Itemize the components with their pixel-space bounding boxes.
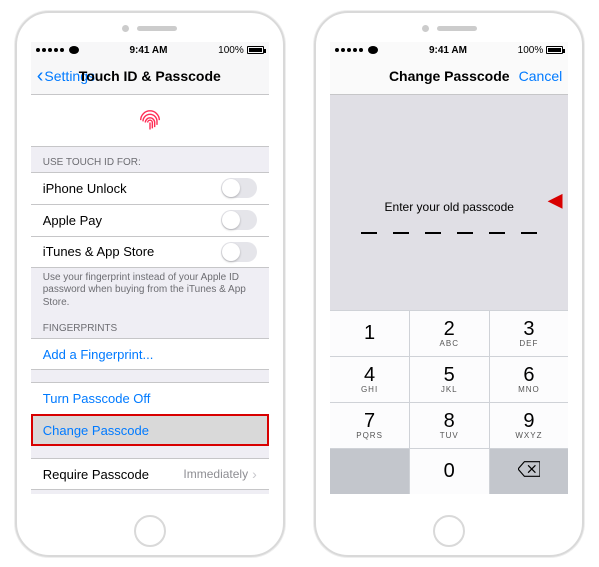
keypad-key-3[interactable]: 3 DEF [490, 311, 569, 356]
chevron-right-icon: › [252, 466, 257, 482]
camera-dot [122, 25, 129, 32]
key-letters: MNO [518, 386, 540, 394]
row-turn-passcode-off[interactable]: Turn Passcode Off [31, 382, 269, 414]
annotation-arrow-icon: ◀ [548, 190, 562, 211]
keypad-key-backspace[interactable] [490, 449, 569, 494]
battery-percent: 100% [218, 45, 244, 56]
keypad-key-7[interactable]: 7 PQRS [330, 403, 409, 448]
keypad-key-1[interactable]: 1 [330, 311, 409, 356]
key-digit: 1 [364, 323, 375, 343]
status-bar: 9:41 AM 100% [330, 42, 568, 59]
row-label: iTunes & App Store [43, 244, 155, 259]
row-detail: Immediately › [183, 466, 256, 482]
cellular-signal-icon [335, 46, 378, 54]
screen-right: 9:41 AM 100% Change Passcode Cancel Ente… [330, 42, 568, 494]
home-button[interactable] [134, 515, 166, 547]
settings-scroll-content: USE TOUCH ID FOR: iPhone Unlock Apple Pa… [31, 95, 269, 494]
status-bar: 9:41 AM 100% [31, 42, 269, 59]
section-header-fingerprints: FINGERPRINTS [31, 313, 269, 338]
back-to-settings-button[interactable]: ‹ Settings [37, 66, 95, 86]
key-letters: WXYZ [515, 432, 542, 440]
iphone-frame-right: 9:41 AM 100% Change Passcode Cancel Ente… [314, 11, 584, 557]
nav-bar: Change Passcode Cancel [330, 59, 568, 95]
require-passcode-value: Immediately [183, 467, 248, 481]
cancel-button[interactable]: Cancel [519, 68, 563, 84]
passcode-entry-area: Enter your old passcode [330, 95, 568, 310]
key-digit: 3 [523, 319, 534, 339]
key-digit: 4 [364, 365, 375, 385]
passcode-dashes [361, 232, 537, 234]
key-letters: GHI [361, 386, 378, 394]
status-time: 9:41 AM [129, 45, 167, 56]
row-label: Require Passcode [43, 467, 149, 482]
keypad-key-2[interactable]: 2 ABC [410, 311, 489, 356]
key-letters: DEF [519, 340, 538, 348]
row-label: Turn Passcode Off [43, 391, 151, 406]
row-label: Apple Pay [43, 213, 102, 228]
key-digit: 5 [444, 365, 455, 385]
switch-apple-pay[interactable] [221, 210, 257, 230]
fingerprint-hero [31, 95, 269, 147]
row-add-fingerprint[interactable]: Add a Fingerprint... [31, 338, 269, 370]
wifi-icon [368, 46, 378, 54]
row-label: Add a Fingerprint... [43, 347, 154, 362]
row-itunes-app-store[interactable]: iTunes & App Store [31, 236, 269, 268]
keypad-key-8[interactable]: 8 TUV [410, 403, 489, 448]
nav-bar: ‹ Settings Touch ID & Passcode [31, 59, 269, 95]
key-digit: 2 [444, 319, 455, 339]
home-button[interactable] [433, 515, 465, 547]
battery-icon [546, 46, 563, 54]
keypad-key-blank [330, 449, 409, 494]
key-digit: 0 [444, 461, 455, 481]
switch-iphone-unlock[interactable] [221, 178, 257, 198]
row-label: iPhone Unlock [43, 181, 127, 196]
wifi-icon [69, 46, 79, 54]
row-iphone-unlock[interactable]: iPhone Unlock [31, 172, 269, 204]
battery-icon [247, 46, 264, 54]
key-digit: 7 [364, 411, 375, 431]
row-apple-pay[interactable]: Apple Pay [31, 204, 269, 236]
keypad-key-6[interactable]: 6 MNO [490, 357, 569, 402]
passcode-content: Enter your old passcode ◀ 1 2 ABC 3 DEF [330, 95, 568, 494]
passcode-prompt: Enter your old passcode [385, 200, 514, 214]
row-require-passcode[interactable]: Require Passcode Immediately › [31, 458, 269, 490]
keypad-key-5[interactable]: 5 JKL [410, 357, 489, 402]
chevron-left-icon: ‹ [37, 66, 44, 86]
row-label: Change Passcode [43, 423, 149, 438]
key-digit: 6 [523, 365, 534, 385]
screen-left: 9:41 AM 100% ‹ Settings Touch ID & Passc… [31, 42, 269, 494]
section-footer-touch-id: Use your fingerprint instead of your App… [31, 268, 269, 314]
fingerprint-icon [136, 105, 164, 136]
key-digit: 8 [444, 411, 455, 431]
status-right: 100% [218, 45, 264, 56]
key-letters: PQRS [356, 432, 383, 440]
status-time: 9:41 AM [429, 45, 467, 56]
key-digit: 9 [523, 411, 534, 431]
back-label: Settings [44, 68, 95, 84]
key-letters: TUV [440, 432, 459, 440]
key-letters: ABC [440, 340, 459, 348]
camera-dot [422, 25, 429, 32]
status-right: 100% [518, 45, 564, 56]
battery-percent: 100% [518, 45, 544, 56]
row-change-passcode[interactable]: Change Passcode [31, 414, 269, 446]
keypad-key-0[interactable]: 0 [410, 449, 489, 494]
keypad-key-9[interactable]: 9 WXYZ [490, 403, 569, 448]
section-spacer [31, 446, 269, 458]
speaker-slot [137, 26, 177, 31]
speaker-slot [437, 26, 477, 31]
phone-top-hardware [316, 25, 582, 32]
key-letters: JKL [441, 386, 458, 394]
phone-top-hardware [17, 25, 283, 32]
section-spacer [31, 370, 269, 382]
keypad-key-4[interactable]: 4 GHI [330, 357, 409, 402]
numeric-keypad: 1 2 ABC 3 DEF 4 GHI 5 JKL [330, 310, 568, 494]
section-header-use-touch-id: USE TOUCH ID FOR: [31, 147, 269, 172]
backspace-icon [518, 461, 540, 481]
cellular-signal-icon [36, 46, 79, 54]
switch-itunes[interactable] [221, 242, 257, 262]
iphone-frame-left: 9:41 AM 100% ‹ Settings Touch ID & Passc… [15, 11, 285, 557]
